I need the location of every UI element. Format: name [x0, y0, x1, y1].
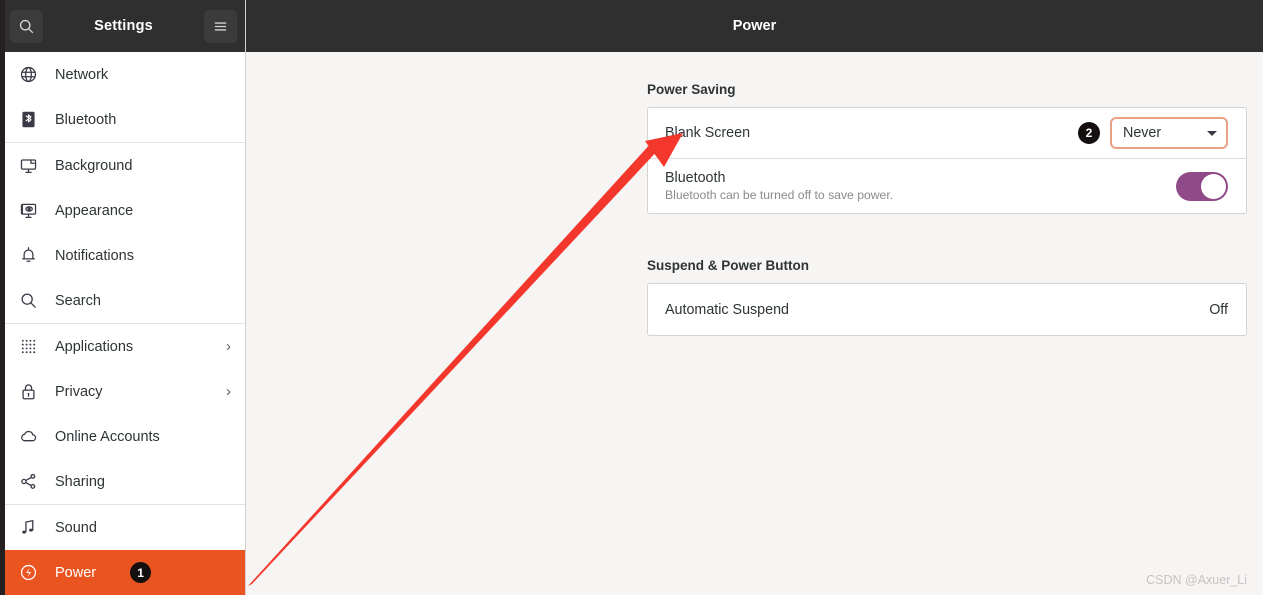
chevron-right-icon: › — [226, 383, 231, 400]
search-icon — [18, 291, 38, 311]
sidebar-nav-list: Network Bluetooth Background Appearance Noti… — [0, 52, 245, 595]
window-left-edge — [0, 0, 5, 595]
sidebar-item-label: Applications — [55, 338, 134, 355]
power-saving-card: Blank Screen 2 Never Bluetooth Bluetooth… — [647, 107, 1247, 214]
blank-screen-value: Never — [1123, 125, 1162, 141]
blank-screen-label: Blank Screen — [665, 125, 751, 141]
bell-icon — [18, 246, 38, 266]
sidebar-item-bluetooth[interactable]: Bluetooth — [0, 97, 245, 142]
sidebar-item-label: Power — [55, 564, 97, 581]
annotation-badge-2: 2 — [1078, 122, 1100, 144]
main-content: Power Saving Blank Screen 2 Never Blueto… — [246, 52, 1263, 595]
sidebar-item-applications[interactable]: Applications › — [0, 324, 245, 369]
row-automatic-suspend[interactable]: Automatic Suspend Off — [648, 284, 1246, 335]
chevron-right-icon: › — [226, 338, 231, 355]
sidebar-item-background[interactable]: Background — [0, 143, 245, 188]
sidebar-item-sound[interactable]: Sound — [0, 505, 245, 550]
main-panel: Power Power Saving Blank Screen 2 Never — [246, 0, 1263, 595]
sidebar-item-label: Privacy — [55, 383, 103, 400]
globe-icon — [18, 65, 38, 85]
main-header: Power — [246, 0, 1263, 52]
sidebar-header: Settings — [0, 0, 245, 52]
bluetooth-text-block: Bluetooth Bluetooth can be turned off to… — [665, 170, 893, 202]
sidebar-item-sharing[interactable]: Sharing — [0, 459, 245, 504]
section-title-suspend: Suspend & Power Button — [647, 258, 809, 273]
cloud-icon — [18, 427, 38, 447]
lock-icon — [18, 382, 38, 402]
page-title: Power — [732, 18, 777, 34]
chevron-down-icon — [1207, 130, 1217, 136]
sidebar-item-label: Background — [55, 157, 133, 174]
sidebar-item-label: Notifications — [55, 247, 134, 264]
sidebar-item-label: Online Accounts — [55, 428, 160, 445]
appearance-icon — [18, 201, 38, 221]
sidebar-item-label: Network — [55, 66, 109, 83]
blank-screen-control-group: 2 Never — [1078, 117, 1228, 149]
section-suspend-power-button: Suspend & Power Button Automatic Suspend… — [647, 258, 1247, 336]
automatic-suspend-value: Off — [1209, 301, 1228, 318]
automatic-suspend-control-group: Off — [1209, 302, 1228, 318]
main-menu-button[interactable] — [204, 9, 237, 43]
power-icon — [18, 563, 38, 583]
sidebar-title: Settings — [94, 18, 153, 34]
row-bluetooth[interactable]: Bluetooth Bluetooth can be turned off to… — [648, 158, 1246, 213]
hamburger-menu-icon — [212, 18, 229, 35]
section-power-saving: Power Saving Blank Screen 2 Never Blueto… — [647, 82, 1247, 214]
sidebar-item-online-accounts[interactable]: Online Accounts — [0, 414, 245, 459]
sidebar-item-label: Search — [55, 292, 101, 309]
sidebar-item-network[interactable]: Network — [0, 52, 245, 97]
toggle-knob — [1201, 173, 1226, 199]
sidebar-item-notifications[interactable]: Notifications — [0, 233, 245, 278]
section-title-power-saving: Power Saving — [647, 82, 736, 97]
sidebar-item-label: Bluetooth — [55, 111, 117, 128]
sidebar-item-label: Appearance — [55, 202, 134, 219]
watermark: CSDN @Axuer_Li — [1146, 573, 1247, 587]
grid-dots-icon — [18, 337, 38, 357]
blank-screen-dropdown[interactable]: Never — [1110, 117, 1228, 149]
sidebar-item-privacy[interactable]: Privacy › — [0, 369, 245, 414]
settings-window: Settings Network Bluetooth Background Appea… — [0, 0, 1263, 595]
monitor-icon — [18, 156, 38, 176]
sidebar-item-search[interactable]: Search — [0, 278, 245, 323]
automatic-suspend-label: Automatic Suspend — [665, 301, 789, 318]
share-nodes-icon — [18, 472, 38, 492]
bluetooth-control-group — [1176, 171, 1228, 201]
suspend-card: Automatic Suspend Off — [647, 283, 1247, 336]
sidebar-item-appearance[interactable]: Appearance — [0, 188, 245, 233]
sidebar-item-label: Sound — [55, 519, 97, 536]
annotation-badge-1: 1 — [130, 562, 152, 583]
search-button[interactable] — [10, 9, 43, 43]
sidebar-item-label: Sharing — [55, 473, 105, 490]
bluetooth-toggle[interactable] — [1176, 171, 1228, 201]
bluetooth-label: Bluetooth — [665, 170, 726, 186]
row-blank-screen[interactable]: Blank Screen 2 Never — [648, 108, 1246, 158]
music-note-icon — [18, 518, 38, 538]
bluetooth-description: Bluetooth can be turned off to save powe… — [665, 188, 894, 202]
sidebar: Settings Network Bluetooth Background Appea… — [0, 0, 246, 595]
search-icon — [18, 18, 35, 35]
bluetooth-icon — [18, 110, 38, 130]
sidebar-item-power[interactable]: Power 1 — [0, 550, 245, 595]
